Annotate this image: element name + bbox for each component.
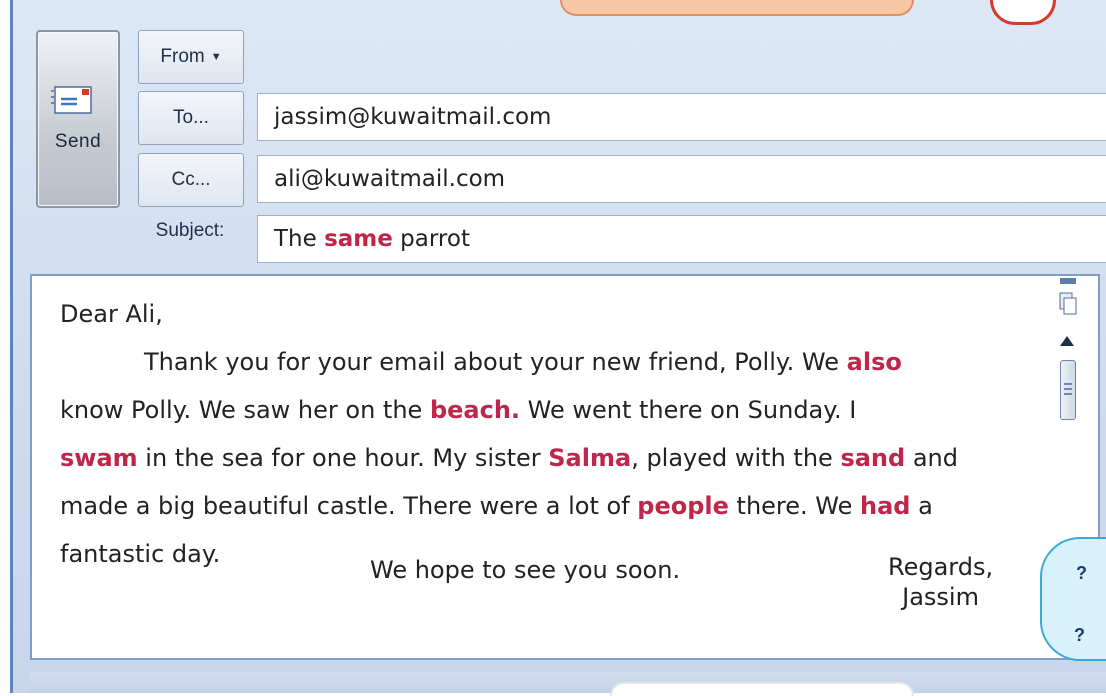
dropdown-caret-icon: ▼ — [210, 51, 222, 63]
thought-cloud: ? ? — [1040, 537, 1106, 661]
send-mail-icon — [51, 86, 92, 114]
cc-field[interactable]: ali@kuwaitmail.com — [257, 155, 1106, 203]
to-field[interactable]: jassim@kuwaitmail.com — [257, 93, 1106, 141]
cc-label: Cc... — [171, 169, 211, 190]
subject-field[interactable]: The same parrot — [257, 215, 1106, 263]
to-button[interactable]: To... — [138, 91, 244, 145]
cc-button[interactable]: Cc... — [138, 153, 244, 207]
send-button[interactable]: Send — [36, 30, 120, 208]
sign-off: Regards, — [888, 553, 994, 581]
cc-value: ali@kuwaitmail.com — [274, 166, 506, 192]
scroll-thumb[interactable] — [1060, 360, 1076, 420]
bottom-decoration — [610, 682, 914, 696]
page-view-icon[interactable] — [1059, 292, 1077, 316]
greeting: Dear Ali, — [60, 300, 163, 328]
top-decoration — [560, 0, 914, 16]
question-mark: ? — [1074, 625, 1085, 645]
subject-label: Subject: — [155, 220, 225, 241]
signature-block: Regards, Jassim — [888, 552, 993, 612]
closing-line: We hope to see you soon. — [370, 556, 681, 584]
body-line: made a big beautiful castle. There were … — [60, 492, 933, 520]
message-body[interactable]: Dear Ali, Thank you for your email about… — [30, 274, 1100, 660]
body-line: Thank you for your email about your new … — [144, 348, 902, 376]
bottom-bar — [30, 672, 1106, 693]
send-label: Send — [54, 131, 102, 152]
from-button[interactable]: From ▼ — [138, 30, 244, 84]
to-label: To... — [173, 107, 209, 128]
from-label: From — [160, 46, 205, 67]
body-line: know Polly. We saw her on the beach. We … — [60, 396, 857, 424]
scroll-split-icon[interactable] — [1060, 278, 1076, 284]
vertical-scrollbar[interactable] — [1056, 276, 1080, 426]
signature: Jassim — [902, 583, 979, 611]
to-value: jassim@kuwaitmail.com — [274, 104, 552, 130]
question-mark: ? — [1076, 563, 1087, 583]
body-line: swam in the sea for one hour. My sister … — [60, 444, 958, 472]
message-text: Dear Ali, Thank you for your email about… — [60, 290, 1050, 578]
subject-value: The same parrot — [274, 226, 470, 252]
scroll-up-icon[interactable] — [1060, 336, 1074, 346]
